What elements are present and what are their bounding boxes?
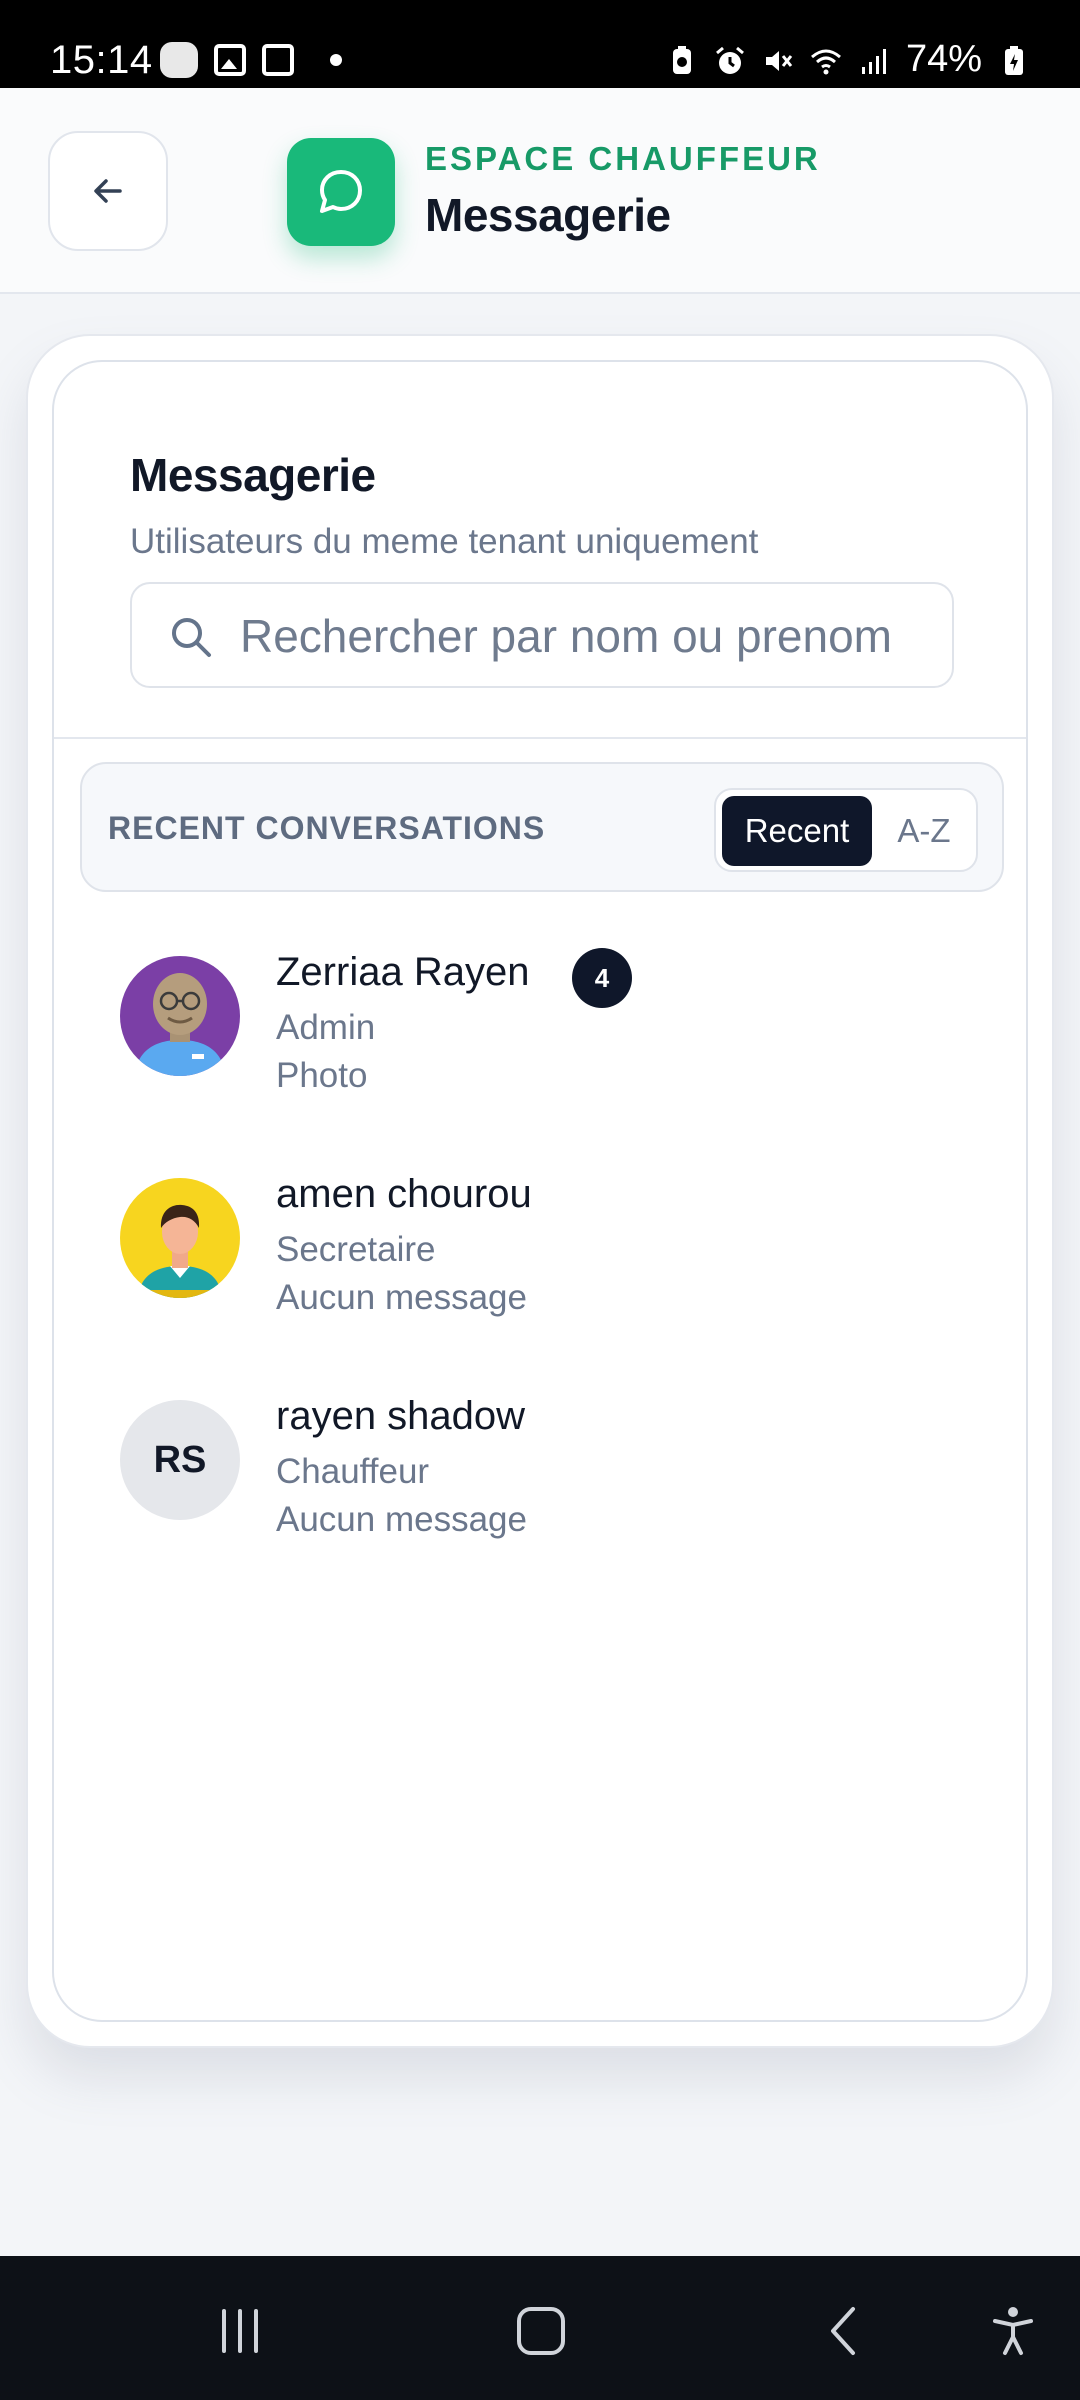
sort-recent-button[interactable]: Recent [722, 796, 872, 866]
contact-item[interactable]: RS rayen shadow Chauffeur Aucun message [54, 1346, 1026, 1568]
page-title: Messagerie [425, 189, 671, 241]
avatar-photo-icon [120, 956, 240, 1076]
arrow-left-icon [94, 179, 122, 203]
signal-icon [858, 44, 890, 76]
conversations-header: RECENT CONVERSATIONS Recent A-Z [80, 762, 1004, 892]
mute-icon [762, 44, 794, 76]
messaging-card: Messagerie Utilisateurs du meme tenant u… [26, 334, 1054, 2048]
search-input[interactable] [240, 602, 930, 670]
alarm-icon [714, 44, 746, 76]
avatar [120, 1178, 240, 1298]
contact-name: amen chourou [276, 1172, 532, 1216]
last-message: Aucun message [276, 1500, 527, 1539]
contact-item[interactable]: amen chourou Secretaire Aucun message [54, 1124, 1026, 1346]
nav-back-button[interactable] [810, 2296, 880, 2366]
wifi-icon [810, 44, 842, 76]
recents-icon [222, 2309, 258, 2353]
contact-role: Chauffeur [276, 1452, 430, 1491]
header-subtitle: ESPACE CHAUFFEUR [425, 140, 821, 177]
system-status: 74% [666, 38, 1030, 81]
contact-name: rayen shadow [276, 1394, 526, 1438]
notification-app-icon [160, 42, 198, 78]
search-icon [172, 618, 211, 657]
accessibility-button[interactable] [978, 2296, 1048, 2366]
status-time: 15:14 [50, 38, 153, 82]
battery-percent: 74% [905, 38, 982, 80]
contact-name: Zerriaa Rayen [276, 950, 530, 994]
panel-title: Messagerie [130, 449, 376, 501]
gallery-icon [214, 44, 246, 76]
recents-button[interactable] [205, 2296, 275, 2366]
system-nav-bar [0, 2256, 1080, 2400]
divider [54, 737, 1026, 739]
section-label: RECENT CONVERSATIONS [108, 810, 546, 846]
status-bar: 15:14 74% [0, 0, 1080, 88]
last-message: Aucun message [276, 1278, 527, 1317]
sort-toggle: Recent A-Z [714, 788, 978, 872]
battery-icon [998, 44, 1030, 76]
notification-icons [160, 42, 342, 78]
panel-subtitle: Utilisateurs du meme tenant uniquement [130, 522, 759, 561]
home-button[interactable] [506, 2296, 576, 2366]
back-icon [831, 2307, 855, 2355]
search-field[interactable] [130, 582, 954, 688]
app-logo [287, 138, 395, 246]
contact-role: Secretaire [276, 1230, 436, 1269]
chat-bubble-icon [320, 170, 362, 213]
back-button[interactable] [48, 131, 168, 251]
more-notifications-icon [330, 54, 342, 66]
home-icon [517, 2307, 565, 2355]
avatar [120, 956, 240, 1076]
last-message: Photo [276, 1056, 368, 1095]
k-app-icon [262, 44, 294, 76]
battery-saver-icon [666, 44, 698, 76]
contact-role: Admin [276, 1008, 376, 1047]
messaging-panel: Messagerie Utilisateurs du meme tenant u… [52, 360, 1028, 2022]
sort-az-button[interactable]: A-Z [876, 796, 972, 866]
avatar-initials: RS [120, 1400, 240, 1520]
avatar-illustration-icon [120, 1178, 240, 1298]
unread-badge: 4 [572, 948, 632, 1008]
accessibility-icon [993, 2307, 1033, 2355]
contact-item[interactable]: Zerriaa Rayen 4 Admin Photo [54, 902, 1026, 1124]
app-header: ESPACE CHAUFFEUR Messagerie [0, 88, 1080, 294]
